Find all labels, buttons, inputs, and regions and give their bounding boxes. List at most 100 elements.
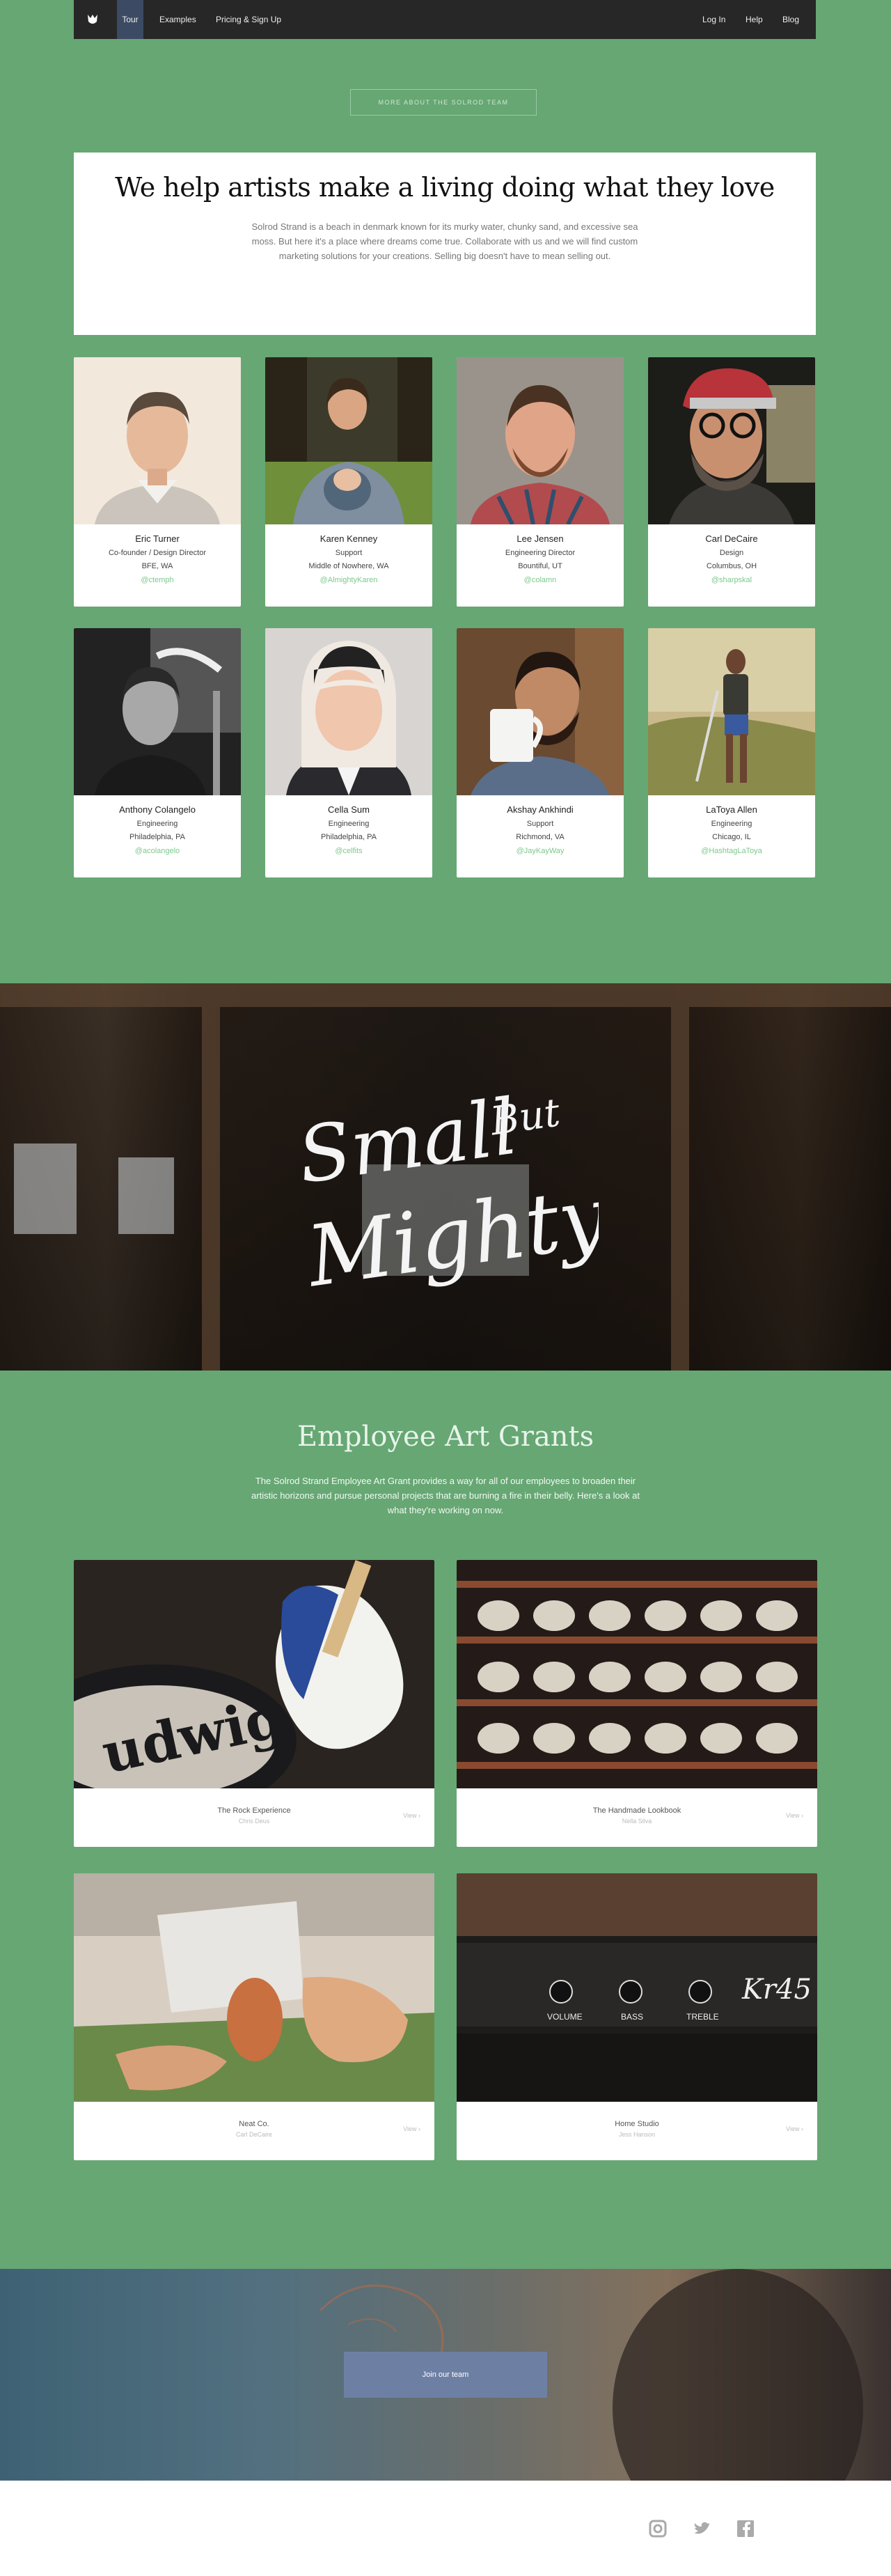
chevron-right-icon: › [418, 1812, 420, 1819]
grant-author: Carl DeCaire [235, 2131, 272, 2138]
nav-examples[interactable]: Examples [159, 0, 196, 39]
svg-text:BASS: BASS [621, 2012, 643, 2022]
nav-help-link[interactable]: Help [746, 15, 763, 24]
nav-tour-link[interactable]: Tour [122, 15, 138, 24]
grant-view-label[interactable]: View [403, 2125, 416, 2132]
member-role: Engineering [328, 820, 370, 828]
member-name: Eric Turner [135, 533, 180, 544]
member-photo [74, 357, 241, 524]
member-handle-link[interactable]: @celfits [265, 847, 432, 855]
member-location: Bountiful, UT [518, 562, 562, 570]
nav-login-link[interactable]: Log In [702, 15, 725, 24]
nav-blog[interactable]: Blog [782, 0, 799, 39]
team-card: LaToya Allen Engineering Chicago, IL @Ha… [648, 628, 815, 877]
chevron-right-icon: › [801, 2125, 803, 2132]
team-card: Lee Jensen Engineering Director Bountifu… [457, 357, 624, 607]
member-role: Design [719, 549, 744, 557]
member-name: Carl DeCaire [705, 533, 758, 544]
twitter-icon[interactable] [692, 2519, 711, 2538]
svg-text:VOLUME: VOLUME [547, 2012, 583, 2022]
member-role: Engineering Director [505, 549, 576, 557]
team-card: Akshay Ankhindi Support Richmond, VA @Ja… [457, 628, 624, 877]
member-photo [457, 357, 624, 524]
warehouse-window [118, 1157, 174, 1234]
grant-title: Neat Co. [239, 2120, 269, 2128]
member-photo [648, 357, 815, 524]
intro-text: Solrod Strand is a beach in denmark know… [251, 221, 638, 261]
join-team-button[interactable]: Join our team [344, 2352, 547, 2398]
member-location: BFE, WA [141, 562, 173, 570]
team-card: Karen Kenney Support Middle of Nowhere, … [265, 357, 432, 607]
member-role: Engineering [136, 820, 178, 828]
grant-card[interactable]: udwig The Rock Experience Chris Deus Vie… [74, 1560, 434, 1847]
grant-view-link[interactable]: View › [786, 1812, 803, 1819]
small-but-mighty-banner: Small But Mighty [0, 983, 891, 1371]
member-photo [265, 357, 432, 524]
member-name: Karen Kenney [320, 533, 378, 544]
member-role: Support [335, 549, 363, 557]
chevron-right-icon: › [418, 2125, 420, 2132]
nav-login[interactable]: Log In [702, 0, 725, 39]
member-location: Richmond, VA [516, 833, 565, 841]
member-location: Middle of Nowhere, WA [308, 562, 389, 570]
member-name: LaToya Allen [706, 804, 757, 815]
member-handle-link[interactable]: @sharpskal [648, 576, 815, 584]
more-about-team-button[interactable]: MORE ABOUT THE SOLROD TEAM [350, 89, 537, 116]
grant-view-link[interactable]: View › [403, 1812, 420, 1819]
team-card: Cella Sum Engineering Philadelphia, PA @… [265, 628, 432, 877]
instagram-icon[interactable] [648, 2519, 668, 2538]
member-name: Akshay Ankhindi [507, 804, 574, 815]
nav-blog-link[interactable]: Blog [782, 15, 799, 24]
member-handle-link[interactable]: @AlmightyKaren [265, 576, 432, 584]
grant-card[interactable]: Neat Co. Carl DeCaire View › [74, 1873, 434, 2160]
grant-view-label[interactable]: View [403, 1812, 416, 1819]
grant-author: Chris Deus [238, 1818, 270, 1825]
warehouse-window [14, 1143, 77, 1234]
facebook-icon[interactable] [736, 2519, 755, 2538]
footer [0, 2481, 891, 2576]
member-name: Anthony Colangelo [119, 804, 196, 815]
grant-author: Jess Hanson [618, 2131, 656, 2138]
member-handle-link[interactable]: @JayKayWay [457, 847, 624, 855]
small-but-mighty-lettering: Small But Mighty [292, 1082, 599, 1290]
top-nav: Tour Examples Pricing & Sign Up Log In H… [74, 0, 816, 39]
grant-photo: udwig [74, 1560, 434, 1788]
nav-examples-link[interactable]: Examples [159, 15, 196, 24]
nav-pricing[interactable]: Pricing & Sign Up [216, 0, 281, 39]
join-team-banner: Join our team [0, 2269, 891, 2481]
member-photo [648, 628, 815, 795]
member-handle-link[interactable]: @ctemph [74, 576, 241, 584]
member-photo [265, 628, 432, 795]
grants-description: The Solrod Strand Employee Art Grant pro… [251, 1476, 640, 1515]
grant-title: Home Studio [615, 2120, 659, 2128]
chevron-right-icon: › [801, 1812, 803, 1819]
nav-help[interactable]: Help [746, 0, 763, 39]
member-role: Support [526, 820, 554, 828]
member-handle-link[interactable]: @colamn [457, 576, 624, 584]
member-role: Engineering [711, 820, 752, 828]
nav-tour[interactable]: Tour [117, 0, 143, 39]
svg-text:TREBLE: TREBLE [686, 2012, 719, 2022]
grant-view-label[interactable]: View [786, 1812, 799, 1819]
grant-photo [74, 1873, 434, 2102]
grant-photo [457, 1560, 817, 1788]
grant-card[interactable]: The Handmade Lookbook Nella Silva View › [457, 1560, 817, 1847]
page-title: We help artists make a living doing what… [115, 172, 775, 203]
grant-author: Nella Silva [622, 1818, 652, 1825]
member-role: Co-founder / Design Director [108, 549, 206, 557]
nav-pricing-link[interactable]: Pricing & Sign Up [216, 15, 281, 24]
team-card: Carl DeCaire Design Columbus, OH @sharps… [648, 357, 815, 607]
member-handle-link[interactable]: @acolangelo [74, 847, 241, 855]
intro-panel: We help artists make a living doing what… [74, 153, 816, 335]
grant-view-label[interactable]: View [786, 2125, 799, 2132]
logo-icon[interactable] [85, 12, 100, 27]
member-photo [74, 628, 241, 795]
hero-line-but: But [487, 1090, 563, 1144]
grant-view-link[interactable]: View › [786, 2125, 803, 2132]
rafter-beam [0, 983, 891, 1007]
member-handle-link[interactable]: @HashtagLaToya [648, 847, 815, 855]
grant-view-link[interactable]: View › [403, 2125, 420, 2132]
grant-card[interactable]: VOLUME BASS TREBLE Kr45 Home Studio Jess… [457, 1873, 817, 2160]
member-name: Cella Sum [328, 804, 370, 815]
team-card: Anthony Colangelo Engineering Philadelph… [74, 628, 241, 877]
